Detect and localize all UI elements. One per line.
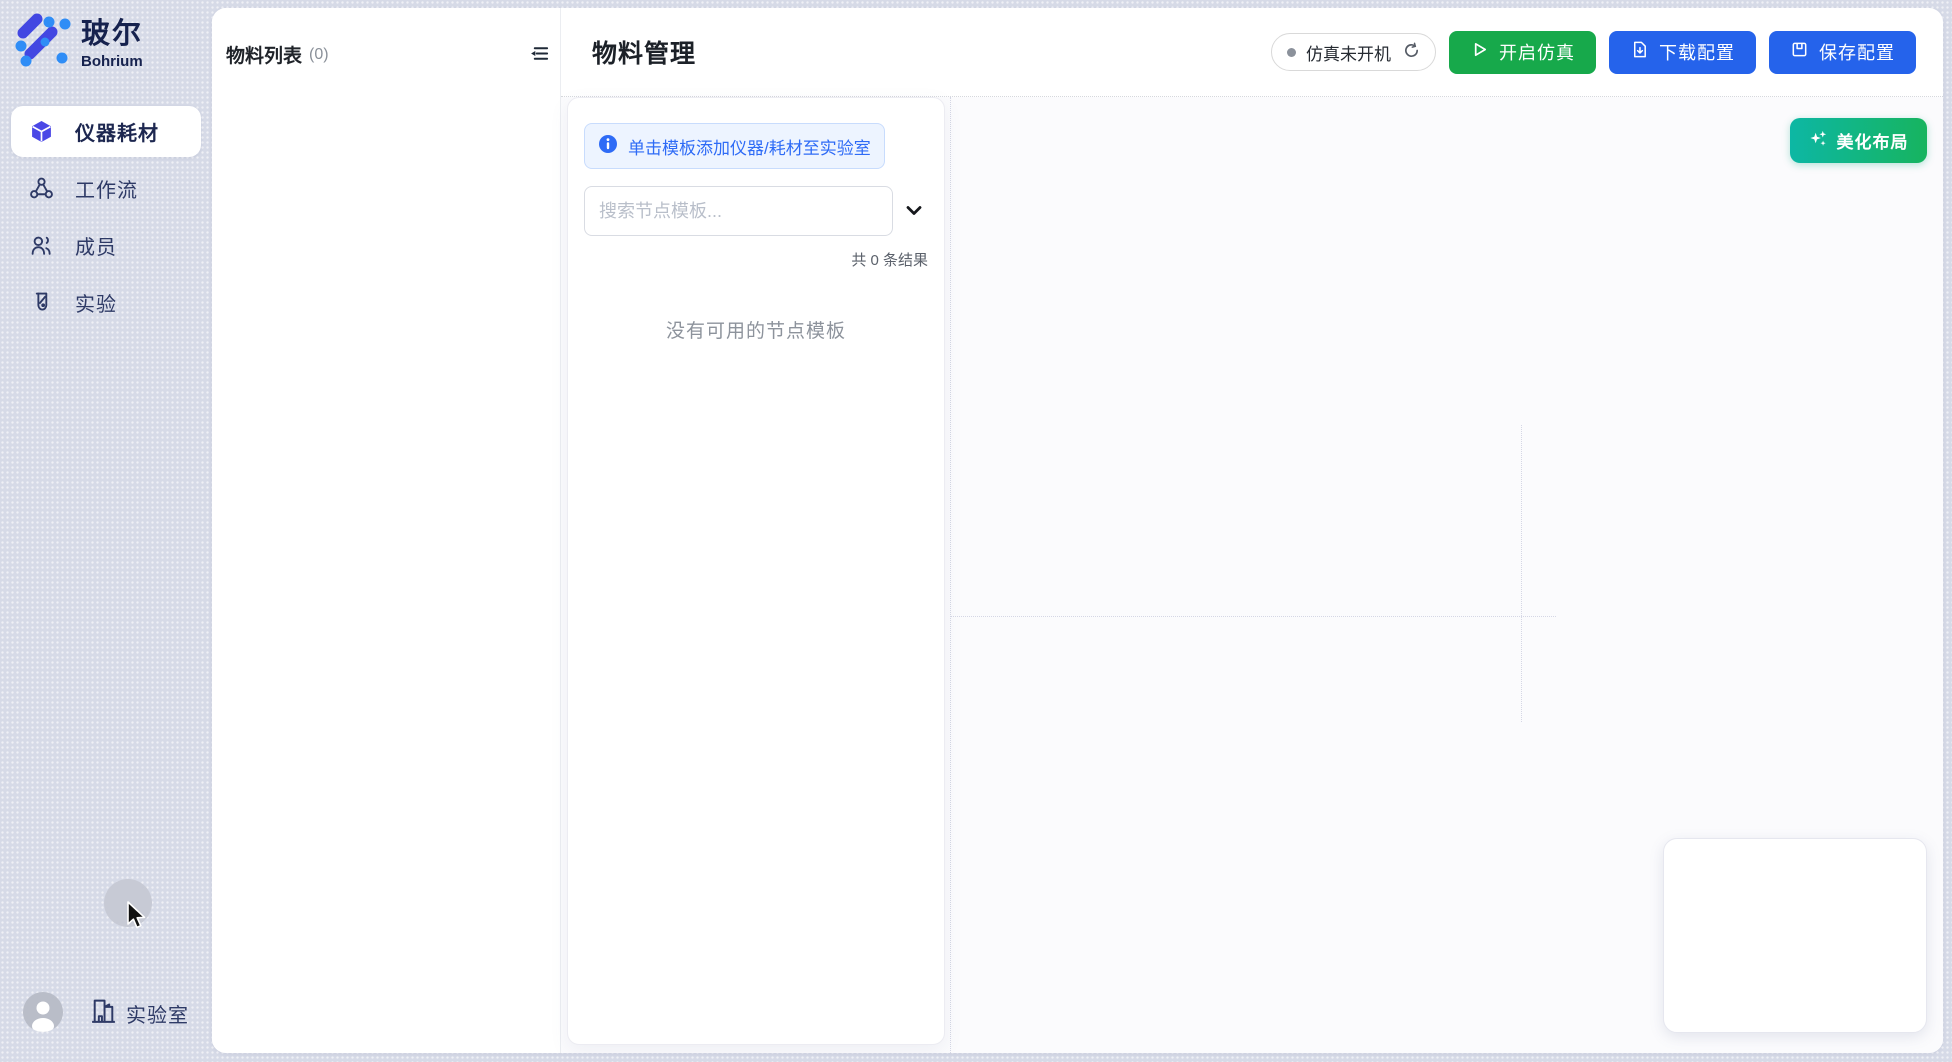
start-simulation-button[interactable]: 开启仿真 — [1449, 31, 1596, 74]
file-download-icon — [1630, 40, 1649, 64]
bohrium-logo-icon — [14, 13, 72, 72]
chevron-down-icon — [902, 198, 926, 225]
beautify-layout-button[interactable]: 美化布局 — [1790, 118, 1927, 163]
template-search-row — [584, 186, 928, 236]
members-icon — [29, 234, 53, 258]
node-template-panel: 单击模板添加仪器/耗材至实验室 共 0 条结果 没有可用的节点模板 — [567, 97, 945, 1045]
header-controls: 仿真未开机 — [1271, 31, 1916, 74]
lab-canvas[interactable]: 单击模板添加仪器/耗材至实验室 共 0 条结果 没有可用的节点模板 — [561, 97, 1943, 1053]
collapse-panel-icon — [529, 43, 550, 67]
simulation-status-pill[interactable]: 仿真未开机 — [1271, 33, 1436, 71]
materials-list-count: (0) — [309, 46, 329, 64]
download-config-button[interactable]: 下载配置 — [1609, 31, 1756, 74]
save-icon — [1790, 40, 1809, 64]
refresh-status-button[interactable] — [1403, 42, 1420, 62]
download-config-label: 下载配置 — [1659, 39, 1735, 65]
sidebar-footer: 实验室 — [0, 992, 212, 1036]
refresh-icon — [1403, 42, 1420, 62]
sidebar: 玻尔 Bohrium 仪器耗材 工作流 — [0, 0, 212, 1062]
start-simulation-label: 开启仿真 — [1499, 39, 1575, 65]
template-search-input[interactable] — [584, 186, 893, 236]
sidebar-item-workflow[interactable]: 工作流 — [11, 163, 201, 214]
template-result-count: 共 0 条结果 — [584, 249, 928, 270]
canvas-guide-line — [950, 616, 1556, 617]
canvas-guide-line — [950, 97, 951, 1053]
canvas-minimap[interactable] — [1663, 838, 1927, 1033]
beautify-layout-label: 美化布局 — [1837, 128, 1909, 153]
main-header: 物料管理 仿真未开机 — [561, 8, 1943, 97]
brand-name-en: Bohrium — [81, 53, 143, 70]
canvas-guide-line — [1521, 425, 1522, 722]
materials-list-header: 物料列表 (0) — [226, 41, 550, 68]
save-config-label: 保存配置 — [1819, 39, 1895, 65]
sidebar-item-experiment[interactable]: 实验 — [11, 277, 201, 328]
sidebar-item-label: 成员 — [75, 231, 117, 260]
simulation-status-label: 仿真未开机 — [1306, 40, 1391, 65]
sidebar-item-members[interactable]: 成员 — [11, 220, 201, 271]
play-icon — [1470, 40, 1489, 64]
brand-logo: 玻尔 Bohrium — [14, 13, 143, 72]
main-content-card: 物料列表 (0) 物料管理 仿真未开机 — [212, 8, 1943, 1053]
collapse-panel-button[interactable] — [528, 44, 550, 66]
main-area: 物料管理 仿真未开机 — [561, 8, 1943, 1053]
save-config-button[interactable]: 保存配置 — [1769, 31, 1916, 74]
mouse-cursor — [127, 901, 149, 936]
workflow-icon — [29, 177, 53, 201]
brand-name-zh: 玻尔 — [81, 19, 143, 51]
sidebar-item-label: 实验 — [75, 288, 117, 317]
lab-label: 实验室 — [126, 999, 189, 1028]
template-empty-text: 没有可用的节点模板 — [584, 316, 928, 343]
template-hint-text: 单击模板添加仪器/耗材至实验室 — [628, 134, 871, 159]
user-avatar[interactable] — [23, 992, 63, 1032]
info-icon — [598, 134, 618, 159]
building-icon — [90, 996, 117, 1030]
expand-templates-button[interactable] — [900, 198, 928, 225]
materials-list-panel: 物料列表 (0) — [212, 8, 561, 1053]
sidebar-item-instruments[interactable]: 仪器耗材 — [11, 106, 201, 157]
sparkles-icon — [1809, 129, 1828, 153]
template-hint-banner: 单击模板添加仪器/耗材至实验室 — [584, 123, 885, 169]
materials-list-title: 物料列表 — [226, 41, 302, 68]
sidebar-item-label: 仪器耗材 — [75, 117, 159, 146]
cube-icon — [29, 120, 53, 144]
lab-switcher[interactable]: 实验室 — [90, 996, 189, 1030]
status-dot-icon — [1287, 48, 1296, 57]
page-title: 物料管理 — [592, 34, 696, 70]
sidebar-nav: 仪器耗材 工作流 成员 — [11, 106, 201, 334]
experiment-icon — [29, 291, 53, 315]
sidebar-item-label: 工作流 — [75, 174, 138, 203]
